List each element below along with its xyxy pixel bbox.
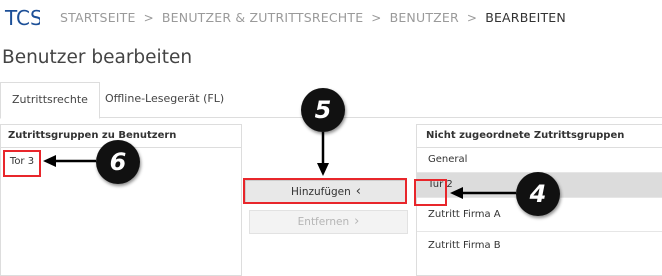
- callout-6: 6: [96, 140, 140, 184]
- arrowhead-left-icon: [450, 187, 463, 199]
- annotation-arrows: [43, 132, 516, 199]
- callout-5: 5: [301, 88, 345, 132]
- callout-4: 4: [516, 172, 560, 216]
- arrowhead-left-icon: [43, 155, 56, 167]
- arrowhead-down-icon: [317, 163, 329, 176]
